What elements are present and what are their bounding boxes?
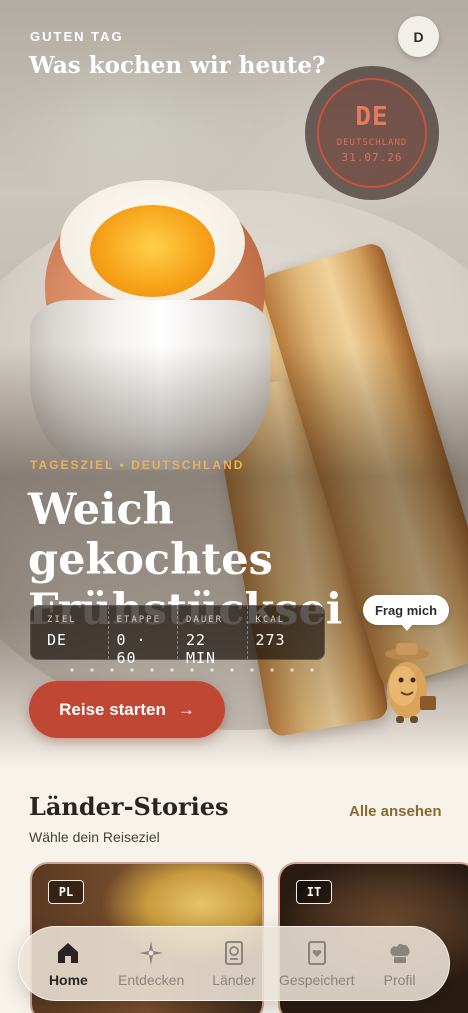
nav-item-profile[interactable]: Profil bbox=[359, 940, 441, 988]
dish-title-line: Weich gekochtes bbox=[28, 485, 273, 585]
country-code-badge: PL bbox=[48, 880, 84, 904]
stamp-ring: DE DEUTSCHLAND 31.07.26 bbox=[317, 78, 427, 188]
passport-stamp[interactable]: DE DEUTSCHLAND 31.07.26 bbox=[305, 66, 439, 200]
info-value: 273 bbox=[255, 631, 286, 649]
saved-book-icon bbox=[307, 940, 326, 965]
info-label: ZIEL bbox=[47, 615, 77, 625]
section-title: Länder-Stories bbox=[29, 792, 229, 821]
see-all-link[interactable]: Alle ansehen bbox=[349, 803, 442, 820]
info-stage: ETAPPE 0 · 60 bbox=[109, 606, 178, 667]
daily-goal-label: TAGESZIEL • DEUTSCHLAND bbox=[30, 458, 245, 472]
potato-mascot-icon[interactable] bbox=[374, 640, 440, 726]
passport-icon bbox=[224, 940, 243, 965]
nav-label: Home bbox=[48, 971, 88, 988]
nav-item-countries[interactable]: Länder bbox=[193, 940, 275, 988]
nav-label: Länder bbox=[212, 971, 256, 988]
nav-item-discover[interactable]: Entdecken bbox=[110, 940, 192, 988]
info-label: ETAPPE bbox=[116, 615, 162, 625]
avatar[interactable]: D bbox=[398, 16, 439, 57]
info-duration: DAUER 22 MIN bbox=[178, 606, 248, 667]
ticket-perforation bbox=[62, 668, 327, 672]
country-code-badge: IT bbox=[296, 880, 332, 904]
compass-icon bbox=[139, 940, 164, 965]
info-label: DAUER bbox=[186, 615, 224, 625]
bottom-navigation: Home Entdecken Länder Gespeichert Profil bbox=[18, 926, 450, 1001]
nav-item-home[interactable]: Home bbox=[27, 940, 109, 988]
start-journey-button[interactable]: Reise starten → bbox=[29, 681, 225, 738]
nav-item-saved[interactable]: Gespeichert bbox=[276, 940, 358, 988]
nav-label: Gespeichert bbox=[279, 971, 355, 988]
page-headline: Was kochen wir heute? bbox=[29, 52, 326, 79]
section-subtitle: Wähle dein Reiseziel bbox=[29, 829, 160, 845]
chef-hat-icon bbox=[389, 943, 410, 963]
nav-label: Entdecken bbox=[118, 971, 185, 988]
start-journey-label: Reise starten bbox=[59, 699, 166, 719]
arrow-right-icon: → bbox=[177, 699, 195, 719]
nav-label: Profil bbox=[383, 971, 416, 988]
stamp-country-name: DEUTSCHLAND bbox=[336, 138, 408, 148]
info-value: DE bbox=[47, 631, 68, 649]
greeting-text: GUTEN TAG bbox=[30, 29, 124, 44]
info-value: 22 MIN bbox=[186, 631, 217, 667]
info-value: 0 · 60 bbox=[116, 631, 147, 667]
info-calories: KCAL 273 bbox=[248, 606, 317, 659]
info-label: KCAL bbox=[255, 615, 286, 625]
info-destination: ZIEL DE bbox=[39, 606, 109, 659]
recipe-info-bar: ZIEL DE ETAPPE 0 · 60 DAUER 22 MIN KCAL … bbox=[30, 605, 325, 667]
home-icon bbox=[58, 942, 79, 963]
stamp-country-code: DE bbox=[355, 102, 389, 132]
stamp-date: 31.07.26 bbox=[341, 151, 403, 164]
ask-me-bubble[interactable]: Frag mich bbox=[363, 595, 449, 631]
